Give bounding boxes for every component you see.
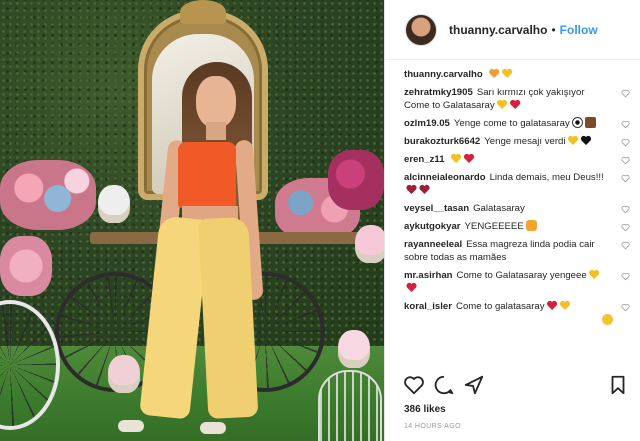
- comment-text: Yenge mesajı verdi: [484, 136, 566, 147]
- comment-text: Come to Galatasaray yengeee: [456, 270, 587, 281]
- follow-button[interactable]: Follow: [560, 23, 598, 37]
- comment-text: Linda demais, meu Deus!!!: [489, 172, 604, 183]
- comment-item: ozlm19.05 Yenge come to galatasaray: [404, 117, 632, 130]
- owl-figurine: [98, 185, 130, 223]
- heart-orange-emoji-icon: [489, 68, 500, 79]
- comment-username[interactable]: ozlm19.05: [404, 118, 450, 129]
- separator-dot: •: [551, 22, 556, 37]
- comment-item: mr.asirhan Come to Galatasaray yengeee: [404, 269, 632, 295]
- comment-username[interactable]: koral_isler: [404, 301, 452, 312]
- yellow-pants: [139, 215, 259, 420]
- comment-item: eren_z11: [404, 153, 632, 166]
- heart-yellow-emoji-icon: [589, 269, 600, 280]
- comment-text: Galatasaray: [473, 203, 525, 214]
- heart-red-emoji-icon: [510, 99, 521, 110]
- heart-yellow-emoji-icon: [497, 99, 508, 110]
- shoe: [200, 422, 226, 434]
- share-arrow-icon[interactable]: [463, 374, 485, 396]
- action-bar: [403, 374, 633, 398]
- likes-count[interactable]: 386 likes: [404, 404, 446, 415]
- flower-arrangement: [0, 160, 96, 230]
- comment-username[interactable]: alcinneialeonardo: [404, 172, 486, 183]
- heart-yellow-emoji-icon: [451, 153, 462, 164]
- comment-like-heart-icon[interactable]: [621, 272, 630, 281]
- comment-username[interactable]: eren_z11: [404, 154, 445, 165]
- comment-like-heart-icon[interactable]: [621, 138, 630, 147]
- comment-like-heart-icon[interactable]: [621, 89, 630, 98]
- heart-maroon-emoji-icon: [419, 184, 430, 195]
- flower-arrangement: [0, 236, 52, 296]
- owl-figurine: [108, 355, 140, 393]
- comment-like-heart-icon[interactable]: [621, 174, 630, 183]
- post-photo[interactable]: [0, 0, 384, 441]
- post-username[interactable]: thuanny.carvalho: [449, 23, 547, 37]
- owl-figurine: [355, 225, 384, 263]
- comment-like-heart-icon[interactable]: [621, 156, 630, 165]
- comment-item: zehratmky1905 Sarı kırmızı çok yakışıyor …: [404, 86, 632, 112]
- person-face: [196, 76, 236, 128]
- comment-like-heart-icon[interactable]: [621, 241, 630, 250]
- comment-text: Yenge come to galatasaray: [453, 118, 570, 129]
- heart-yellow-emoji-icon: [502, 68, 513, 79]
- comment-text: YENGEEEEE: [464, 221, 524, 232]
- tea-emoji-icon: [584, 117, 596, 128]
- comment-username[interactable]: veysel__tasan: [404, 203, 469, 214]
- ball-emoji-icon: [571, 117, 583, 128]
- comment-like-heart-icon[interactable]: [621, 223, 630, 232]
- avatar[interactable]: [405, 13, 437, 46]
- heart-maroon-emoji-icon: [406, 184, 417, 195]
- bird-cage: [318, 370, 382, 441]
- shoe: [118, 420, 144, 432]
- comment-username[interactable]: aykutgokyar: [404, 221, 461, 232]
- comment-username[interactable]: rayanneeleal: [404, 239, 462, 250]
- post-side-panel: thuanny.carvalho • Follow thuanny.carval…: [384, 0, 640, 441]
- instagram-post: thuanny.carvalho • Follow thuanny.carval…: [0, 0, 640, 441]
- comment-like-heart-icon[interactable]: [621, 205, 630, 214]
- comment-username[interactable]: thuanny.carvalho: [404, 69, 483, 80]
- flower-arrangement: [328, 150, 384, 210]
- comment-like-heart-icon[interactable]: [621, 120, 630, 129]
- heart-red-emoji-icon: [406, 282, 417, 293]
- comment-bubble-icon[interactable]: [433, 374, 455, 396]
- heart-red-emoji-icon: [464, 153, 475, 164]
- cat-emoji-icon: [525, 220, 537, 231]
- heart-yellow-emoji-icon: [568, 135, 579, 146]
- comment-username[interactable]: mr.asirhan: [404, 270, 453, 281]
- post-timestamp[interactable]: 14 HOURS AGO: [404, 423, 461, 430]
- bookmark-icon[interactable]: [607, 374, 629, 396]
- owl-figurine: [338, 330, 370, 368]
- comment-item: thuanny.carvalho: [404, 68, 632, 81]
- mirror-crest: [180, 0, 226, 24]
- orange-crop-top: [178, 142, 236, 208]
- heart-black-emoji-icon: [581, 135, 592, 146]
- comment-username[interactable]: burakozturk6642: [404, 136, 480, 147]
- comment-item: aykutgokyar YENGEEEEE: [404, 220, 632, 233]
- heart-red-emoji-icon: [547, 300, 558, 311]
- comment-list: thuanny.carvalho zehratmky1905 Sarı kırmız…: [404, 68, 632, 325]
- comment-item: alcinneialeonardo Linda demais, meu Deus!…: [404, 171, 632, 197]
- comment-text: Come to galatasaray: [456, 301, 545, 312]
- comment-item: koral_isler Come to galatasaray: [404, 300, 632, 313]
- comment-item: veysel__tasan Galatasaray: [404, 202, 632, 215]
- comment-like-heart-icon[interactable]: [621, 303, 630, 312]
- comment-item: rayanneeleal Essa magreza linda podia cai…: [404, 238, 632, 325]
- comment-username[interactable]: zehratmky1905: [404, 87, 473, 98]
- heart-yellow-emoji-icon: [560, 300, 571, 311]
- comment-item: burakozturk6642 Yenge mesajı verdi: [404, 135, 632, 148]
- post-header: thuanny.carvalho • Follow: [385, 0, 640, 60]
- face-emoji-icon: [602, 314, 613, 325]
- person-neck: [206, 122, 226, 140]
- heart-outline-icon[interactable]: [403, 374, 425, 396]
